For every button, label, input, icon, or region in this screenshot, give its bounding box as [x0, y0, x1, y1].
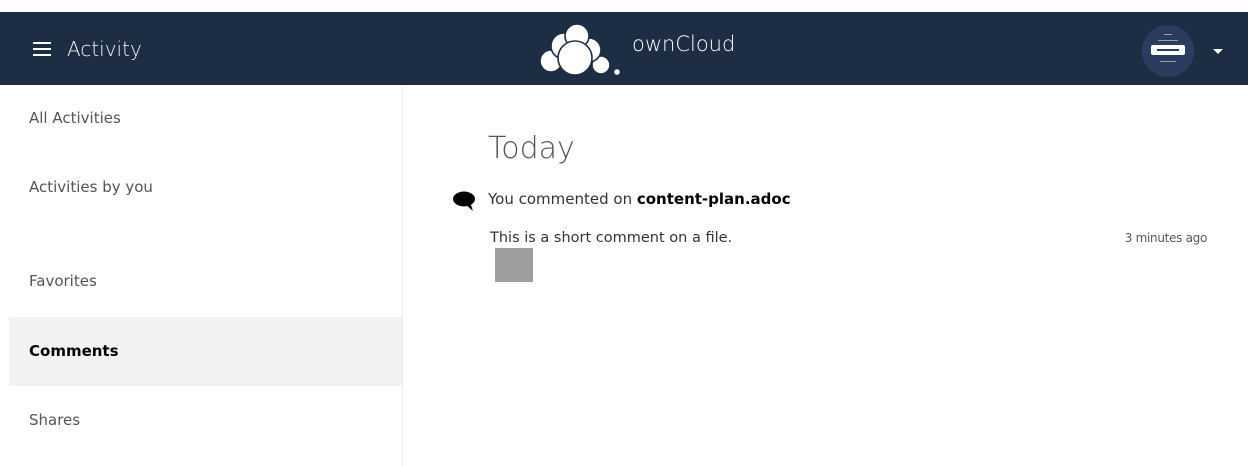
activity-message: This is a short comment on a file.	[490, 230, 733, 246]
sidebar-nav: All Activities Activities by you Favorit…	[0, 85, 403, 466]
hamburger-icon[interactable]	[33, 42, 51, 57]
sidebar-item-comments[interactable]: Comments	[9, 317, 402, 386]
sidebar-item-activities-by-you[interactable]: Activities by you	[9, 154, 402, 223]
app-name[interactable]: Activity	[67, 39, 142, 59]
sidebar-item-label: Activities by you	[29, 178, 153, 196]
brand-name: ownCloud	[632, 32, 736, 56]
top-header: Activity ownCloud	[0, 12, 1248, 85]
sidebar-item-label: Favorites	[29, 272, 97, 290]
sidebar-item-label: Shares	[29, 411, 81, 429]
activity-subject: You commented on content-plan.adoc	[488, 190, 791, 208]
sidebar-item-label: All Activities	[29, 109, 121, 127]
sidebar-item-favorites[interactable]: Favorites	[9, 247, 402, 316]
sidebar-item-shares[interactable]: Shares	[9, 386, 402, 455]
owncloud-logo-icon[interactable]	[525, 22, 623, 76]
user-avatar[interactable]	[1142, 25, 1194, 77]
file-preview-thumbnail[interactable]	[495, 248, 533, 282]
caret-down-icon[interactable]	[1213, 49, 1223, 54]
activity-subject-text: You commented on	[488, 190, 637, 208]
comment-icon	[453, 191, 475, 211]
app-menu-toggle[interactable]: Activity	[33, 39, 142, 59]
activity-timestamp: 3 minutes ago	[1124, 231, 1208, 245]
day-heading: Today	[488, 131, 575, 166]
activity-file-link[interactable]: content-plan.adoc	[637, 190, 791, 208]
sidebar-item-all-activities[interactable]: All Activities	[9, 85, 402, 154]
activity-content: Today You commented on content-plan.adoc…	[403, 85, 1248, 466]
sidebar-item-label: Comments	[29, 342, 119, 360]
